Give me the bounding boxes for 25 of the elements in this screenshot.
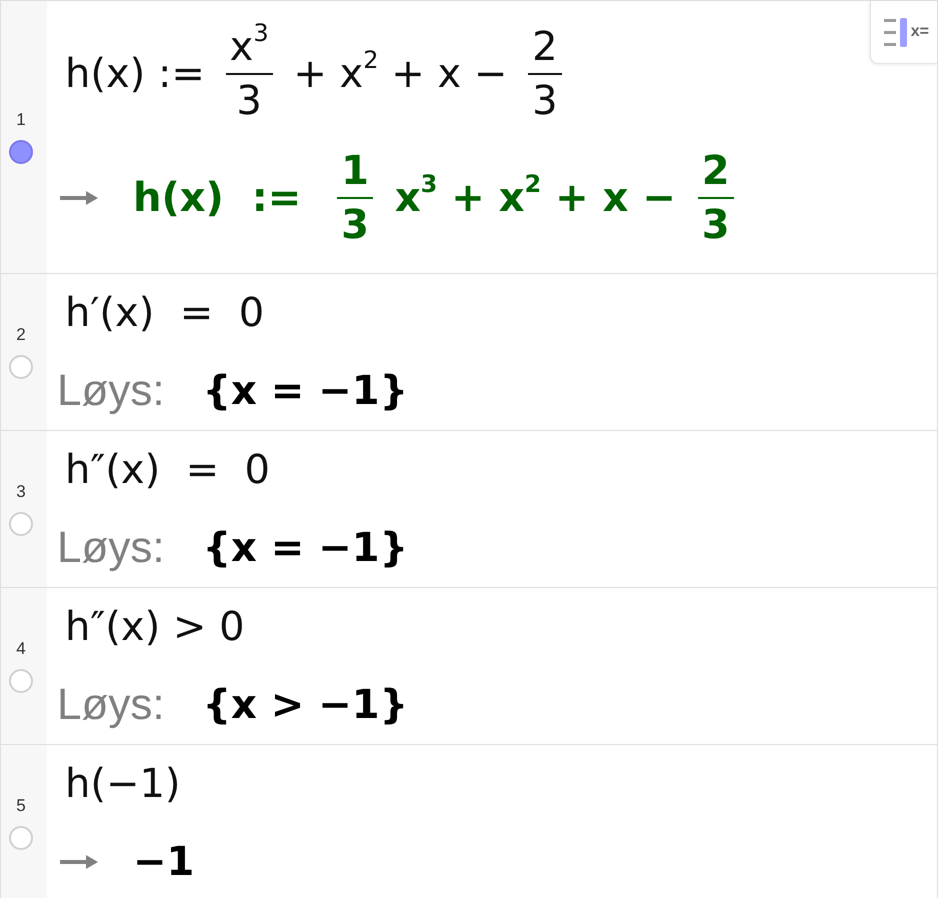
cas-input-field[interactable]: h(−1): [65, 760, 181, 808]
row-number: 1: [16, 110, 26, 130]
cas-input-field[interactable]: h″(x) = 0: [65, 446, 270, 494]
visibility-toggle[interactable]: [9, 669, 33, 693]
visibility-toggle[interactable]: [9, 355, 33, 379]
row-number: 2: [16, 325, 26, 345]
visibility-toggle[interactable]: [9, 512, 33, 536]
row-number: 4: [16, 639, 26, 659]
solve-label: Løys:: [57, 523, 165, 573]
visibility-toggle[interactable]: [9, 826, 33, 850]
output-expression: {x > −1}: [202, 681, 408, 729]
row-number: 3: [16, 482, 26, 502]
output-expression: {x = −1}: [202, 367, 408, 415]
visibility-toggle[interactable]: [9, 140, 33, 164]
arrow-icon: [60, 855, 98, 869]
solve-label: Løys:: [57, 366, 165, 416]
row-number: 5: [16, 796, 26, 816]
view-toggle-button[interactable]: x=: [870, 1, 937, 64]
output-expression: {x = −1}: [202, 524, 408, 572]
solve-label: Løys:: [57, 680, 165, 730]
lines-and-bar-icon: [884, 18, 908, 46]
cas-input-field[interactable]: h″(x) > 0: [65, 603, 245, 651]
cas-input-field[interactable]: h′(x) = 0: [65, 289, 264, 337]
arrow-icon: [60, 191, 98, 205]
output-expression: −1: [133, 838, 194, 886]
